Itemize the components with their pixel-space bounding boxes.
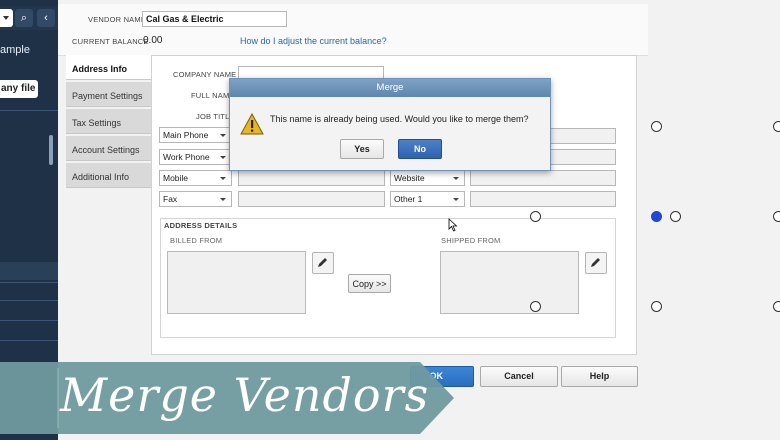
yes-button[interactable]: Yes [340, 139, 384, 159]
vendor-name-input[interactable]: Cal Gas & Electric [142, 11, 287, 27]
nav-scrollbar[interactable] [49, 135, 53, 165]
nav-row[interactable] [0, 262, 58, 280]
radio-option[interactable] [773, 301, 780, 312]
no-button[interactable]: No [398, 139, 442, 159]
website-select[interactable]: Website [390, 170, 465, 186]
tab-additional-info[interactable]: Additional Info [66, 163, 152, 188]
edit-billed-address-button[interactable] [312, 252, 334, 274]
nav-divider [0, 282, 58, 283]
phone-type-select-4[interactable]: Fax [159, 191, 232, 207]
billed-from-label: BILLED FROM [170, 236, 223, 245]
radio-option[interactable] [651, 121, 662, 132]
dialog-title: Merge [230, 79, 550, 97]
search-icon[interactable]: ⌕ [15, 9, 33, 27]
website-input[interactable] [470, 170, 616, 186]
nav-divider [0, 110, 58, 111]
phone-type-select-3[interactable]: Mobile [159, 170, 232, 186]
shipped-from-label: SHIPPED FROM [441, 236, 501, 245]
adjust-balance-link[interactable]: How do I adjust the current balance? [240, 36, 387, 46]
tab-payment-settings[interactable]: Payment Settings [66, 82, 152, 107]
open-company-file-button[interactable]: any file [0, 80, 38, 98]
mobile-input[interactable] [238, 170, 385, 186]
warning-icon [240, 113, 264, 135]
tab-address-info[interactable]: Address Info [66, 55, 152, 80]
radio-option[interactable] [530, 301, 541, 312]
shipped-from-address[interactable] [440, 251, 579, 314]
radio-option[interactable] [651, 301, 662, 312]
help-button[interactable]: Help [561, 366, 638, 387]
company-name-label: ample [0, 44, 30, 56]
nav-divider [0, 300, 58, 301]
pencil-icon [591, 258, 600, 267]
fax-input[interactable] [238, 191, 385, 207]
copy-address-button[interactable]: Copy >> [348, 274, 391, 293]
radio-option-selected[interactable] [651, 211, 662, 222]
vendor-name-label: VENDOR NAME [88, 15, 147, 24]
mouse-cursor-icon [448, 218, 458, 232]
nav-divider [0, 340, 58, 341]
radio-option[interactable] [670, 211, 681, 222]
edit-shipped-address-button[interactable] [585, 252, 607, 274]
phone-type-select-2[interactable]: Work Phone [159, 149, 232, 165]
banner-title: Merge Vendors [60, 368, 430, 422]
collapse-nav-icon[interactable]: ‹ [37, 9, 55, 27]
nav-divider [0, 320, 58, 321]
other-input[interactable] [470, 191, 616, 207]
cancel-button[interactable]: Cancel [480, 366, 558, 387]
radio-option[interactable] [530, 211, 541, 222]
company-name-label: COMPANY NAME [173, 70, 237, 79]
radio-option[interactable] [773, 121, 780, 132]
tab-tax-settings[interactable]: Tax Settings [66, 109, 152, 134]
other-select[interactable]: Other 1 [390, 191, 465, 207]
billed-from-address[interactable] [167, 251, 306, 314]
dialog-message: This name is already being used. Would y… [270, 114, 529, 124]
phone-type-select-1[interactable]: Main Phone [159, 127, 232, 143]
merge-dialog: Merge This name is already being used. W… [229, 78, 551, 171]
address-details-title: ADDRESS DETAILS [164, 221, 238, 230]
company-dropdown-chevron[interactable] [0, 9, 13, 27]
radio-option[interactable] [773, 211, 780, 222]
tab-account-settings[interactable]: Account Settings [66, 136, 152, 161]
current-balance-label: CURRENT BALANCE [72, 37, 149, 46]
current-balance-value: 0.00 [143, 35, 163, 46]
pencil-icon [318, 258, 327, 267]
